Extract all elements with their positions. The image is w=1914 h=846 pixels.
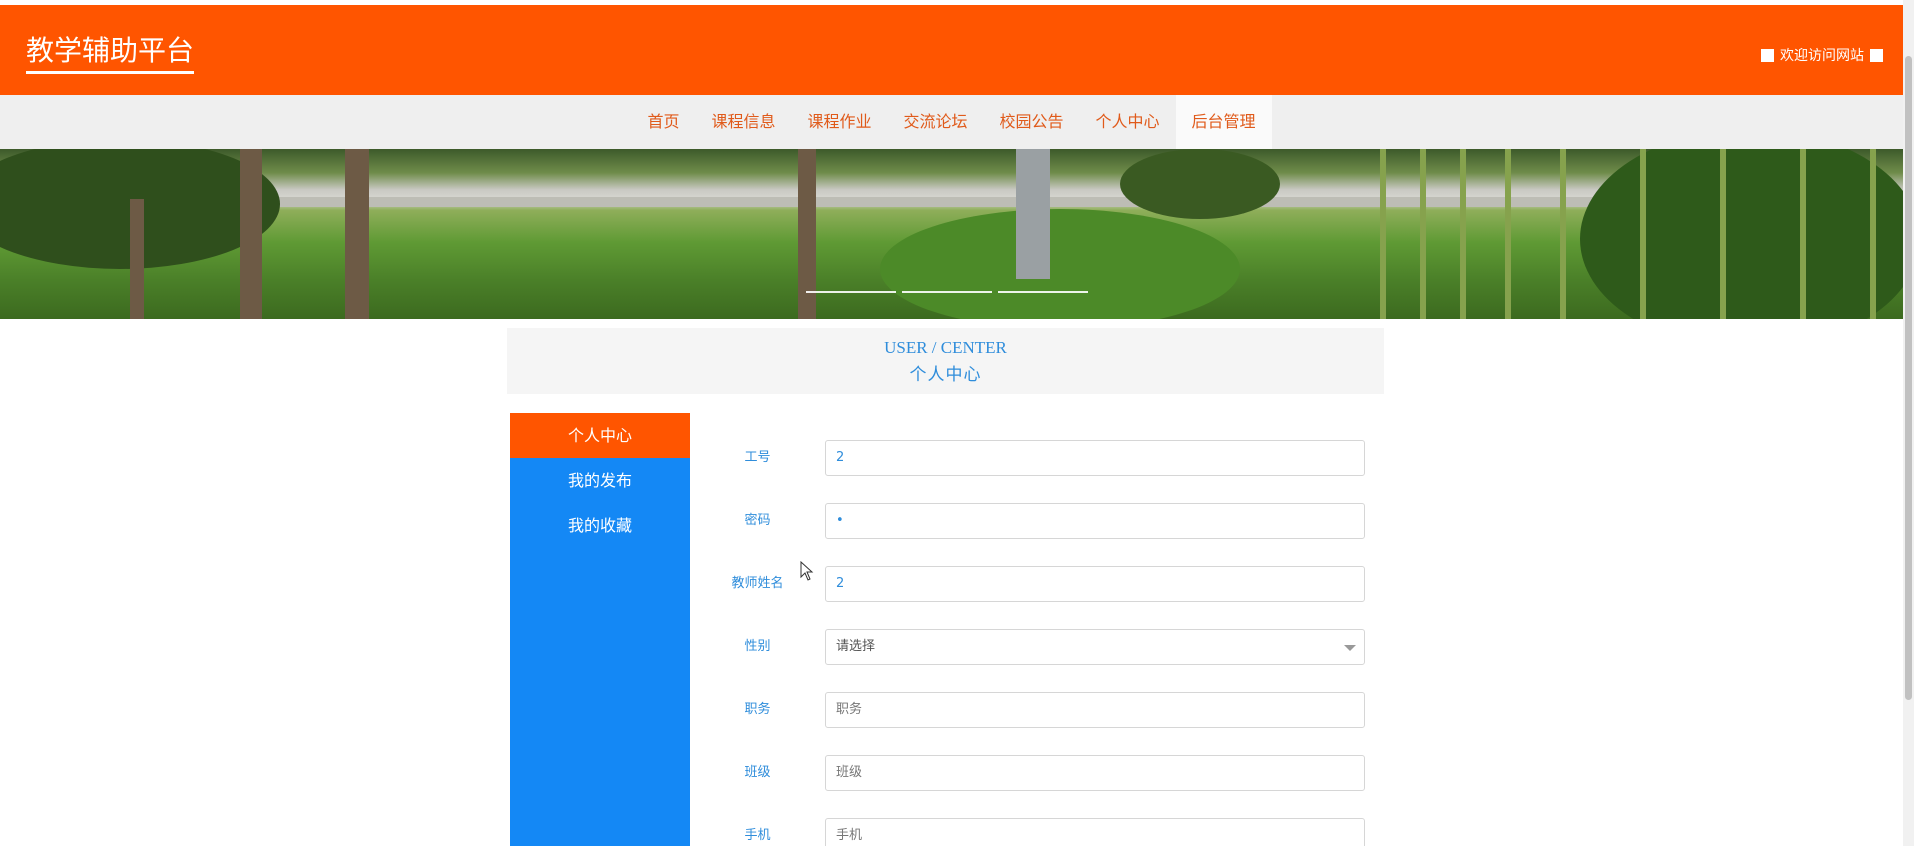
welcome-text: 欢迎访问网站 <box>1780 48 1864 64</box>
employee-id-label: 工号 <box>744 450 771 465</box>
scrollbar-thumb[interactable] <box>1905 56 1912 700</box>
sidebar-item-my-favorites[interactable]: 我的收藏 <box>510 503 690 548</box>
chevron-down-icon <box>1344 645 1356 651</box>
nav-item-course-homework[interactable]: 课程作业 <box>791 95 887 149</box>
form-row-position: 职务 职务 <box>720 692 1370 728</box>
form-row-gender: 性别 请选择 <box>720 629 1370 665</box>
phone-label: 手机 <box>744 828 771 843</box>
form-row-password: 密码 • <box>720 503 1370 539</box>
banner-tree-trunk <box>240 149 262 319</box>
user-sidebar: 个人中心 我的发布 我的收藏 <box>510 413 690 846</box>
position-input[interactable]: 职务 <box>825 692 1365 728</box>
carousel-dot[interactable] <box>806 291 896 293</box>
position-label: 职务 <box>744 702 771 717</box>
banner-bamboo <box>1505 149 1511 319</box>
sidebar-item-my-posts[interactable]: 我的发布 <box>510 458 690 503</box>
form-row-employee-id: 工号 2 <box>720 440 1370 476</box>
page-scrollbar[interactable] <box>1903 0 1914 846</box>
gender-label: 性别 <box>744 639 771 654</box>
user-center-heading: USER / CENTER 个人中心 <box>507 328 1384 394</box>
banner-tree-trunk <box>798 149 816 319</box>
site-header: 教学辅助平台 欢迎访问网站 <box>0 5 1903 95</box>
form-row-teacher-name: 教师姓名 2 <box>720 566 1370 602</box>
form-row-class: 班级 班级 <box>720 755 1370 791</box>
banner-bamboo <box>1380 149 1386 319</box>
banner-bamboo <box>1640 149 1646 319</box>
banner-bamboo <box>1560 149 1566 319</box>
banner-bamboo-grove <box>1580 149 1903 319</box>
heading-english: USER / CENTER <box>884 338 1007 357</box>
banner-bamboo <box>1720 149 1726 319</box>
mouse-cursor-icon <box>800 561 814 581</box>
carousel-dot[interactable] <box>902 291 992 293</box>
banner-bamboo <box>1460 149 1466 319</box>
square-icon <box>1761 48 1774 62</box>
nav-item-announcements[interactable]: 校园公告 <box>984 95 1080 149</box>
banner-lawn-mound <box>880 209 1240 319</box>
banner-shrub <box>1120 149 1280 219</box>
nav-item-admin[interactable]: 后台管理 <box>1175 95 1272 149</box>
class-label: 班级 <box>744 765 771 780</box>
employee-id-input[interactable]: 2 <box>825 440 1365 476</box>
gender-select[interactable]: 请选择 <box>825 629 1365 665</box>
class-input[interactable]: 班级 <box>825 755 1365 791</box>
banner-lamp-post <box>1016 149 1050 279</box>
banner-bamboo <box>1870 149 1876 319</box>
main-nav: 首页 课程信息 课程作业 交流论坛 校园公告 个人中心 后台管理 <box>0 95 1903 149</box>
form-row-phone: 手机 手机 <box>720 818 1370 846</box>
banner-bamboo <box>1420 149 1426 319</box>
password-input[interactable]: • <box>825 503 1365 539</box>
banner-carousel <box>0 149 1903 319</box>
teacher-name-input[interactable]: 2 <box>825 566 1365 602</box>
banner-bamboo <box>1800 149 1806 319</box>
teacher-name-label: 教师姓名 <box>731 576 784 591</box>
heading-chinese: 个人中心 <box>909 365 982 385</box>
nav-item-course-info[interactable]: 课程信息 <box>695 95 791 149</box>
password-label: 密码 <box>744 513 771 528</box>
banner-tree-trunk <box>130 199 144 319</box>
carousel-indicators <box>806 291 1088 293</box>
phone-input[interactable]: 手机 <box>825 818 1365 846</box>
gender-select-value: 请选择 <box>836 639 876 654</box>
sidebar-item-personal-center[interactable]: 个人中心 <box>510 413 690 458</box>
nav-item-personal-center[interactable]: 个人中心 <box>1080 95 1176 149</box>
carousel-dot[interactable] <box>998 291 1088 293</box>
nav-item-forum[interactable]: 交流论坛 <box>887 95 983 149</box>
site-logo[interactable]: 教学辅助平台 <box>26 33 195 74</box>
page: 教学辅助平台 欢迎访问网站 首页 课程信息 课程作业 交流论坛 校园公告 个人中… <box>0 0 1914 846</box>
banner-tree-trunk <box>345 149 369 319</box>
welcome-banner: 欢迎访问网站 <box>1761 45 1883 65</box>
square-icon <box>1870 48 1883 62</box>
nav-item-home[interactable]: 首页 <box>631 95 695 149</box>
